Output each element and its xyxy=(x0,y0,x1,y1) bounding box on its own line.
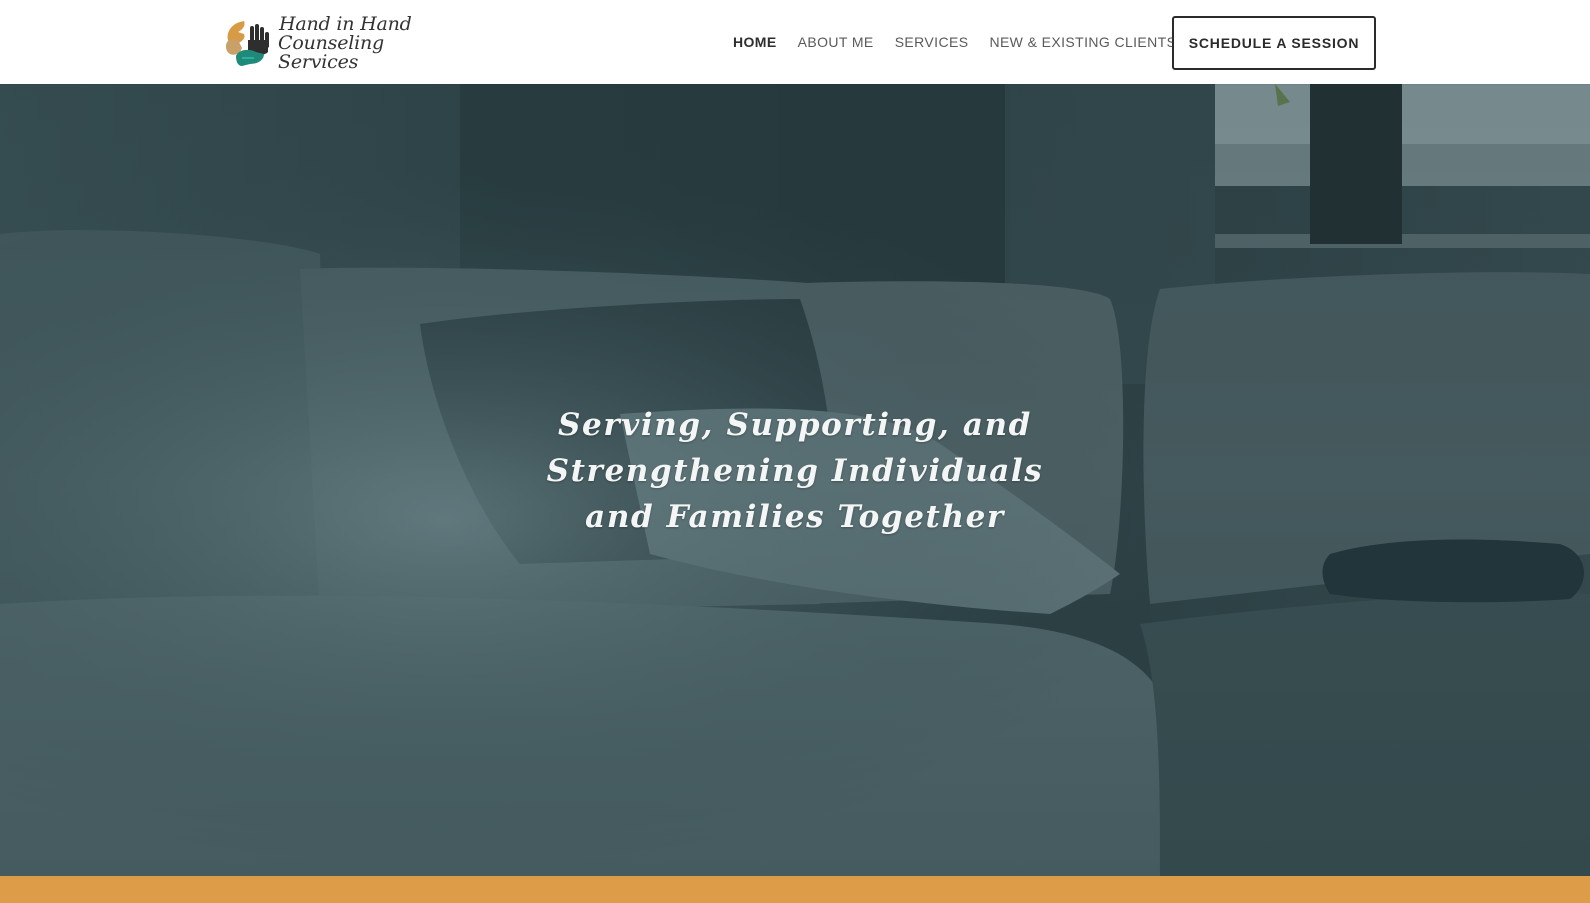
nav-services[interactable]: SERVICES xyxy=(895,34,969,50)
headline-line-1: Serving, Supporting, and xyxy=(558,407,1032,443)
headline-line-2: Strengthening Individuals xyxy=(546,453,1044,489)
schedule-session-button[interactable]: SCHEDULE A SESSION xyxy=(1172,16,1376,70)
hero-section: Serving, Supporting, and Strengthening I… xyxy=(0,84,1590,876)
nav-new-existing-clients[interactable]: NEW & EXISTING CLIENTS xyxy=(989,34,1176,50)
site-header: Hand in Hand Counseling Services HOME AB… xyxy=(0,0,1590,84)
headline-line-3: and Families Together xyxy=(585,499,1005,535)
hero-headline: Serving, Supporting, and Strengthening I… xyxy=(545,402,1045,540)
hands-logo-icon xyxy=(224,18,272,68)
nav-home[interactable]: HOME xyxy=(733,34,777,50)
logo-wordmark: Hand in Hand Counseling Services xyxy=(278,12,464,73)
site-logo[interactable]: Hand in Hand Counseling Services xyxy=(224,12,464,73)
nav-about-me[interactable]: ABOUT ME xyxy=(798,34,874,50)
logo-line-1: Hand in Hand xyxy=(279,12,412,35)
orange-accent-band xyxy=(0,876,1590,903)
main-nav: HOME ABOUT ME SERVICES NEW & EXISTING CL… xyxy=(733,34,1197,50)
logo-line-2: Counseling Services xyxy=(278,31,384,73)
